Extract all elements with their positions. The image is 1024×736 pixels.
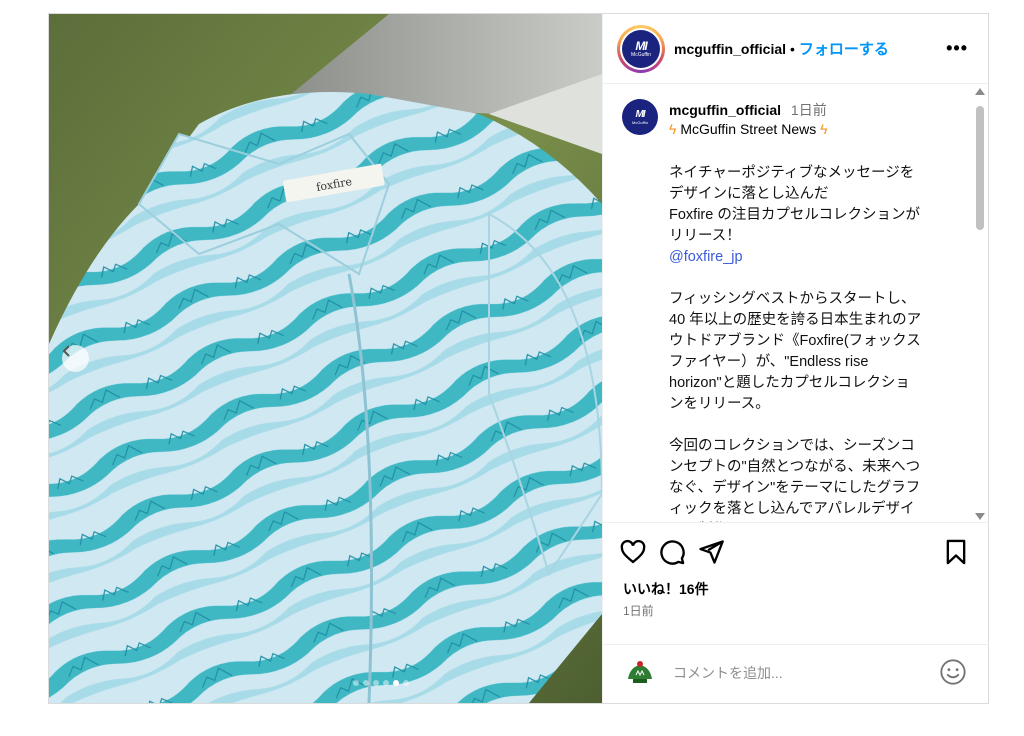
profile-avatar[interactable]: MI McGuffin: [617, 24, 665, 73]
caption-avatar[interactable]: MI McGuffin: [622, 99, 658, 135]
heart-icon[interactable]: [619, 538, 647, 566]
caption-text: ネイチャーポジティブなメッセージを デザインに落とし込んだ Foxfire の注…: [669, 163, 959, 522]
post-date: 1日前: [623, 604, 654, 618]
mention-link[interactable]: @foxfire_jp: [669, 249, 743, 265]
lightning-icon: ϟ: [669, 121, 677, 137]
share-icon[interactable]: [697, 538, 725, 566]
comment-icon[interactable]: [658, 538, 686, 566]
carousel-dot: [352, 680, 359, 686]
caption-area[interactable]: MI McGuffin mcguffin_official 1日前 ϟ McGu…: [603, 85, 989, 523]
carousel-dot: [372, 680, 379, 686]
carousel-dot: [382, 680, 389, 686]
shirt-photo: foxfire: [49, 14, 602, 703]
user-avatar: [622, 655, 658, 691]
header-username[interactable]: mcguffin_official: [674, 41, 786, 57]
avatar-logo-text: McGuffin: [631, 51, 651, 58]
header-separator: •: [790, 40, 795, 57]
caption-title: ϟ McGuffin Street News ϟ: [669, 121, 828, 137]
action-bar: [603, 538, 989, 570]
caption-username[interactable]: mcguffin_official: [669, 102, 781, 118]
follow-button[interactable]: フォローする: [799, 38, 889, 59]
lightning-icon: ϟ: [820, 121, 828, 137]
post-header: MI McGuffin mcguffin_official • フォローする •…: [603, 14, 988, 84]
avatar-logo-text: McGuffin: [632, 119, 648, 125]
caption-scrollbar[interactable]: [972, 88, 988, 520]
add-comment-bar: [603, 644, 989, 700]
post-side-panel: MI McGuffin mcguffin_official • フォローする •…: [602, 14, 989, 703]
post-image[interactable]: foxfire: [49, 14, 602, 703]
post-card: foxfire MI McGuffin mcguffin_official • …: [48, 13, 989, 704]
scroll-down-arrow-icon[interactable]: [975, 513, 985, 520]
caption-time: 1日前: [790, 102, 827, 118]
more-options-button[interactable]: •••: [946, 38, 968, 59]
carousel-dot: [362, 680, 369, 686]
caption-paragraph-1: ネイチャーポジティブなメッセージを デザインに落とし込んだ Foxfire の注…: [669, 165, 921, 244]
caption-header: mcguffin_official 1日前: [669, 100, 827, 120]
scrollbar-thumb[interactable]: [976, 106, 984, 230]
caption-paragraph-3: 今回のコレクションでは、シーズンコ ンセプトの"自然とつながる、未来へつ なぐ、…: [669, 438, 921, 517]
avatar-logo-mark: MI: [635, 108, 645, 120]
carousel-dot: [392, 680, 399, 686]
emoji-icon[interactable]: [939, 658, 967, 686]
chevron-left-icon: [62, 345, 70, 357]
avatar-logo-mark: MI: [635, 38, 647, 53]
likes-count[interactable]: いいね！16件: [623, 579, 709, 599]
scroll-up-arrow-icon[interactable]: [975, 88, 985, 95]
comment-input[interactable]: [673, 662, 913, 684]
carousel-dot: [402, 680, 409, 686]
carousel-indicator: [49, 680, 602, 686]
bookmark-icon[interactable]: [942, 538, 970, 566]
previous-image-button[interactable]: [62, 345, 89, 372]
caption-paragraph-2: フィッシングベストからスタートし、 40 年以上の歴史を誇る日本生まれのア ウト…: [669, 291, 922, 412]
caption-title-text: McGuffin Street News: [680, 121, 817, 137]
